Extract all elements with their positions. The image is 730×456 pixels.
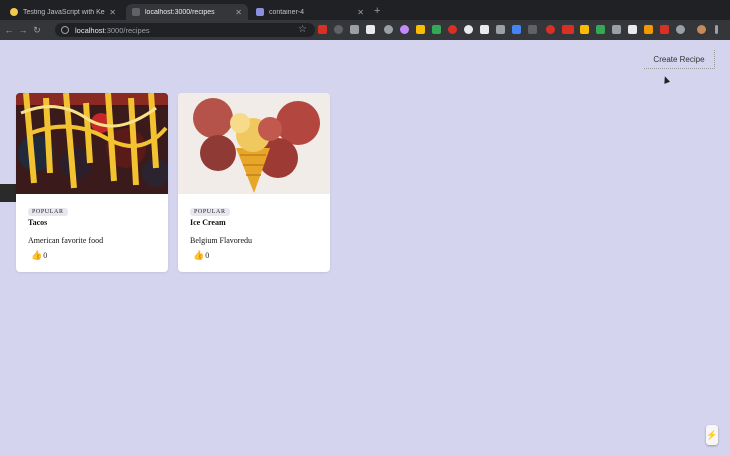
tab-title: container-4 — [269, 8, 305, 16]
url-path: :3000/recipes — [104, 25, 150, 35]
site-info-icon[interactable] — [61, 26, 69, 34]
recipe-description: American favorite food — [28, 236, 104, 245]
recipe-card-ice-cream[interactable]: POPULAR Ice Cream Belgium Flavoredu 👍 0 — [178, 93, 330, 272]
extension-icon[interactable] — [562, 25, 574, 34]
browser-tab-strip: Testing JavaScript with Kent ✕ localhost… — [0, 0, 730, 20]
extension-icon[interactable] — [448, 25, 457, 34]
like-count: 0 — [205, 251, 210, 260]
thumbs-up-icon: 👍 — [31, 250, 43, 260]
popular-badge: POPULAR — [190, 208, 230, 216]
tab-favicon-icon — [10, 8, 18, 16]
tab-title: Testing JavaScript with Kent — [23, 8, 106, 16]
extension-icon[interactable] — [416, 25, 425, 34]
popular-badge: POPULAR — [28, 208, 68, 216]
gear-icon[interactable] — [676, 25, 685, 34]
extension-icon[interactable] — [644, 25, 653, 34]
extension-icon[interactable] — [366, 25, 375, 34]
tab-favicon-icon — [256, 8, 264, 16]
recipe-name: Tacos — [28, 218, 48, 227]
extension-icon[interactable] — [432, 25, 441, 34]
recipe-name: Ice Cream — [190, 218, 226, 227]
extension-icon[interactable] — [480, 25, 489, 34]
menu-kebab-icon[interactable] — [715, 25, 718, 34]
tacos-image — [16, 93, 168, 194]
extension-icon[interactable] — [512, 25, 521, 34]
close-icon[interactable]: ✕ — [109, 8, 116, 17]
avatar[interactable] — [697, 25, 706, 34]
tab-container-4[interactable]: container-4 ✕ — [250, 4, 370, 20]
like-count: 0 — [43, 251, 48, 260]
extension-icon[interactable] — [350, 25, 359, 34]
mouse-cursor-icon — [661, 75, 671, 84]
thumbs-up-icon: 👍 — [193, 250, 205, 260]
extension-icon[interactable] — [334, 25, 343, 34]
reload-icon[interactable]: ↻ — [30, 25, 44, 36]
close-icon[interactable]: ✕ — [235, 8, 242, 17]
extension-icon[interactable] — [496, 25, 505, 34]
bookmark-star-icon[interactable]: ☆ — [298, 24, 307, 35]
tab-recipes[interactable]: localhost:3000/recipes ✕ — [126, 4, 248, 20]
create-recipe-button[interactable]: Create Recipe — [644, 50, 715, 69]
extension-icon[interactable] — [528, 25, 537, 34]
tab-title: localhost:3000/recipes — [145, 8, 215, 16]
extension-icon[interactable] — [612, 25, 621, 34]
extension-icon[interactable] — [628, 25, 637, 34]
extension-icon[interactable] — [464, 25, 473, 34]
back-icon[interactable]: ← — [2, 25, 16, 35]
recipe-card-tacos[interactable]: POPULAR Tacos American favorite food 👍 0 — [16, 93, 168, 272]
close-icon[interactable]: ✕ — [357, 8, 364, 17]
lightning-bolt-icon[interactable]: ⚡ — [706, 425, 718, 445]
ice-cream-image — [178, 93, 330, 194]
address-bar[interactable]: localhost:3000/recipes — [55, 23, 315, 37]
extension-icon[interactable] — [400, 25, 409, 34]
like-button[interactable]: 👍 0 — [193, 250, 209, 261]
extension-icon[interactable] — [384, 25, 393, 34]
extension-icon[interactable] — [546, 25, 555, 34]
new-tab-button[interactable]: + — [374, 5, 380, 17]
extension-icon[interactable] — [596, 25, 605, 34]
tab-favicon-icon — [132, 8, 140, 16]
extension-icon[interactable] — [318, 25, 327, 34]
extension-icon[interactable] — [660, 25, 669, 34]
tab-testing-javascript[interactable]: Testing JavaScript with Kent ✕ — [4, 4, 122, 20]
forward-icon[interactable]: → — [16, 25, 30, 35]
extension-icon[interactable] — [580, 25, 589, 34]
recipe-description: Belgium Flavoredu — [190, 236, 252, 245]
like-button[interactable]: 👍 0 — [31, 250, 47, 261]
url-host: localhost — [75, 25, 105, 35]
